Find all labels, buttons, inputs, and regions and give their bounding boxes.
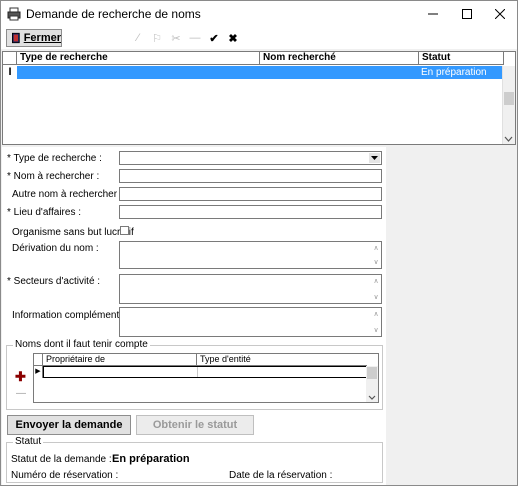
minus-icon[interactable]: — [187,30,203,46]
derivation-scrollbar[interactable]: ∧ ∨ [371,242,381,268]
column-header-entity-type[interactable]: Type d'entité [197,354,367,366]
requests-grid[interactable]: Type de recherche Nom recherché Statut I… [2,51,516,145]
get-status-button[interactable]: Obtenir le statut [136,415,254,435]
minus-icon[interactable]: — [16,388,26,399]
close-window-button[interactable] [483,1,517,27]
minimize-icon [428,13,438,15]
names-row-header-corner [34,354,43,366]
request-status-label: Statut de la demande : [11,454,112,465]
place-label: * Lieu d'affaires : [7,207,81,218]
row-header-corner [3,52,17,65]
type-label: * Type de recherche : [7,153,102,164]
scroll-down-icon[interactable] [504,136,513,142]
nonprofit-checkbox[interactable] [120,226,129,235]
cross-icon[interactable]: ✖ [225,30,241,46]
name-label: * Nom à rechercher : [7,171,100,182]
names-group-title: Noms dont il faut tenir compte [13,339,150,350]
status-group-title: Statut [13,436,44,447]
derivation-textarea[interactable]: ∧ ∨ [119,241,382,269]
maximize-button[interactable] [450,1,484,27]
type-select[interactable] [119,151,382,165]
form-panel: * Type de recherche : * Nom à rechercher… [2,147,386,485]
column-header-name[interactable]: Nom recherché [260,52,419,65]
sectors-scrollbar[interactable]: ∧ ∨ [371,275,381,303]
column-header-status[interactable]: Statut [419,52,504,65]
nonprofit-label: Organisme sans but lucratif [12,227,134,238]
table-row[interactable] [43,366,367,378]
names-cell-divider [197,367,198,377]
column-header-type[interactable]: Type de recherche [17,52,260,65]
send-request-label: Envoyer la demande [15,419,123,431]
app-window: Demande de recherche de noms Fermer ⁄ ⚐ … [0,0,518,486]
line-icon[interactable]: ⁄ [130,30,146,46]
plus-icon[interactable]: ✚ [15,369,26,385]
info-scrollbar[interactable]: ∧ ∨ [371,308,381,336]
reservation-number-label: Numéro de réservation : [11,470,119,481]
door-icon [12,32,20,44]
toolbar [1,27,517,49]
window-title: Demande de recherche de noms [26,7,201,21]
minimize-button[interactable] [416,1,450,27]
names-scrollbar[interactable] [366,366,378,402]
scroll-down-icon[interactable] [368,395,376,400]
row-marker: I [8,66,12,78]
sectors-label: * Secteurs d'activité : [7,276,101,287]
place-input[interactable] [119,205,382,219]
flag-icon[interactable]: ⚐ [149,30,165,46]
get-status-label: Obtenir le statut [152,419,238,431]
close-icon [495,9,505,19]
chevron-down-icon [371,156,378,160]
column-header-owner[interactable]: Propriétaire de [43,354,197,366]
title-bar: Demande de recherche de noms [1,1,517,27]
names-groupbox: Noms dont il faut tenir compte ✚ — Propr… [6,339,383,410]
sectors-textarea[interactable]: ∧ ∨ [119,274,382,304]
status-groupbox: Statut Statut de la demande : En prépara… [6,436,383,483]
alt-name-input[interactable] [119,187,382,201]
names-grid[interactable]: Propriétaire de Type d'entité ▶ [33,353,379,403]
info-textarea[interactable]: ∧ ∨ [119,307,382,337]
close-button[interactable]: Fermer [6,29,62,47]
request-status-value: En préparation [112,453,190,465]
scissors-icon[interactable]: ✂ [168,30,184,46]
check-icon[interactable]: ✔ [206,30,222,46]
alt-name-label: Autre nom à rechercher : [12,189,123,200]
name-input[interactable] [119,169,382,183]
grid-scrollbar[interactable] [502,66,515,144]
names-row-marker: ▶ [34,366,43,378]
scrollbar-thumb[interactable] [504,92,514,105]
printer-icon [7,7,21,21]
maximize-icon [462,9,472,19]
status-cell: En préparation [421,67,487,78]
table-row[interactable]: En préparation [17,66,504,79]
type-dropdown-button[interactable] [369,153,380,163]
reservation-date-label: Date de la réservation : [229,470,333,481]
close-button-label: Fermer [23,32,61,44]
names-scrollbar-thumb[interactable] [367,367,377,379]
send-request-button[interactable]: Envoyer la demande [7,415,131,435]
derivation-label: Dérivation du nom : [12,243,99,254]
